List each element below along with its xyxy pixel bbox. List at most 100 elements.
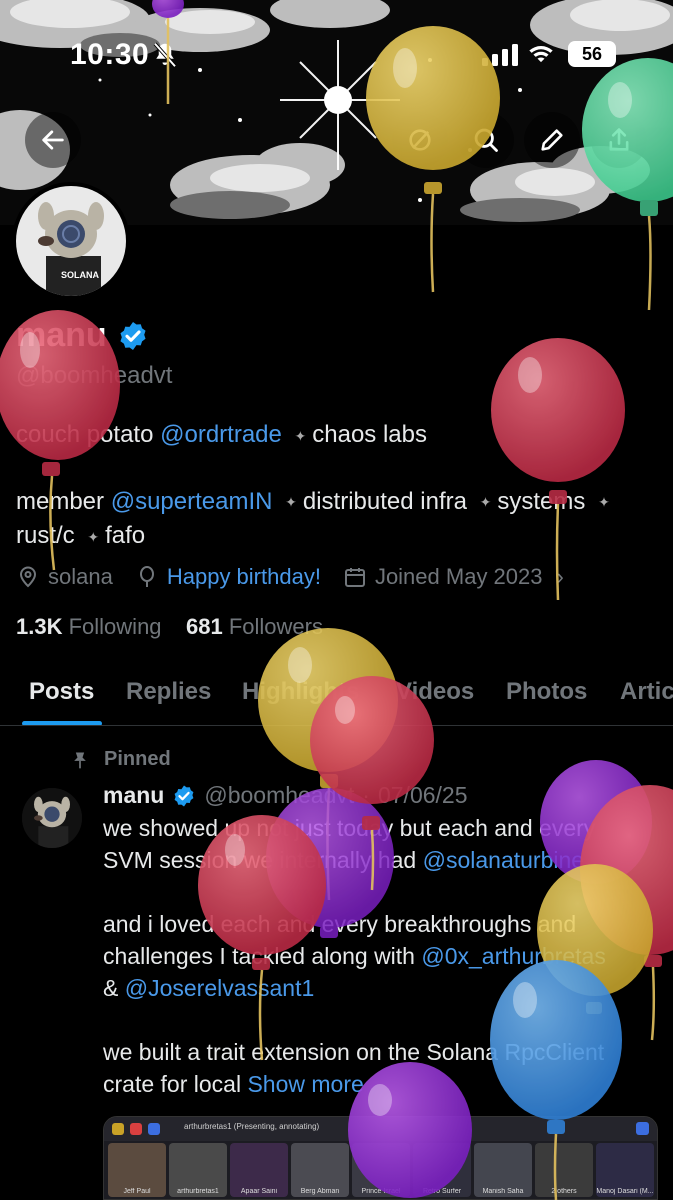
edit-icon — [541, 129, 563, 151]
participant-tile: Manish Saha — [474, 1143, 532, 1197]
mention-link[interactable]: @solanaturbine — [423, 847, 584, 873]
separator-star: ✦ — [285, 494, 297, 511]
post-media[interactable]: arthurbretas1 (Presenting, annotating) J… — [103, 1116, 658, 1200]
location-icon — [19, 566, 37, 588]
edit-button[interactable] — [524, 112, 580, 168]
chevron-right-icon[interactable]: › — [557, 564, 564, 590]
bio-text: distributed infra — [302, 487, 467, 515]
followers-label: Followers — [228, 614, 323, 639]
mention-link[interactable]: @ordrtrade — [160, 421, 282, 448]
verified-badge-icon — [174, 785, 194, 806]
media-title: arthurbretas1 (Presenting, annotating) — [184, 1122, 320, 1131]
participant-tile: Prince Israel — [352, 1143, 410, 1197]
separator-star: ✦ — [479, 494, 492, 511]
location-text: solana — [48, 564, 113, 589]
profile-name-row: manu — [16, 316, 149, 355]
back-button[interactable] — [25, 112, 81, 168]
following-label: Following — [68, 614, 162, 639]
separator-star: ✦ — [294, 427, 307, 444]
participant-tile: Jeff Paul — [108, 1143, 166, 1197]
follow-stats: 1.3K Following 681 Followers — [16, 614, 323, 640]
pinned-text: Pinned — [104, 748, 171, 770]
mention-link[interactable]: @0x_arthurbretas — [421, 943, 605, 969]
grok-icon — [409, 129, 431, 151]
grok-button[interactable] — [392, 112, 448, 168]
bio-text: systems — [497, 487, 586, 515]
bio-line-3: rust/c ✦ fafo — [16, 519, 656, 554]
bio-line-2: member @superteamIN ✦ distributed infra ✦… — [16, 485, 656, 520]
post-text-line: SVM session we internally had @solanatur… — [103, 844, 663, 876]
joined-date: Joined May 2023 — [374, 564, 543, 589]
svg-text:SOLANA: SOLANA — [61, 270, 100, 280]
participant-name: Manish Saha — [482, 1188, 524, 1195]
bio-text: member — [16, 487, 105, 515]
tab-highlights[interactable]: Highlights — [242, 678, 359, 706]
status-time: 10:30 — [70, 38, 150, 71]
profile-meta: solana Happy birthday! Joined May 2023 › — [16, 564, 564, 590]
profile-handle: @boomheadvt — [16, 362, 173, 389]
post-text-line: crate for local Show more — [103, 1068, 663, 1100]
pinned-label: Pinned — [70, 748, 171, 771]
post-text-line: and i loved each and every breakthroughs… — [103, 911, 577, 937]
show-more-link[interactable]: Show more — [247, 1071, 363, 1097]
post-text-line: challenges I tackled along with @0x_arth… — [103, 940, 663, 972]
participant-name: arthurbretas1 — [177, 1188, 219, 1195]
participant-name: Jeff Paul — [123, 1188, 151, 1195]
profile-avatar[interactable]: SOLANA — [12, 182, 130, 300]
separator-star: ✦ — [87, 528, 100, 545]
participant-tile: Manoj Dasari (M... — [596, 1143, 654, 1197]
tab-articles[interactable]: Articles — [620, 678, 673, 706]
search-icon — [474, 128, 498, 152]
following-link[interactable]: 1.3K Following — [16, 614, 162, 639]
post-text-line: we showed up not just today but each and… — [103, 815, 596, 841]
balloon-icon — [139, 566, 154, 587]
share-icon — [609, 128, 629, 151]
participant-tile: Retro Surfer — [413, 1143, 471, 1197]
post-author-name[interactable]: manu — [103, 782, 164, 809]
followers-link[interactable]: 681 Followers — [186, 614, 323, 639]
bio-spacer — [16, 453, 656, 485]
profile-name: manu — [16, 316, 107, 354]
post-author-handle[interactable]: @boomheadvt — [204, 782, 354, 809]
participant-tile: arthurbretas1 — [169, 1143, 227, 1197]
status-bar: 10:30 56 — [0, 0, 673, 110]
participant-tile: 2 others — [535, 1143, 593, 1197]
post-text-segment: challenges I tackled along with — [103, 943, 415, 969]
bio-text: rust/c — [16, 522, 75, 550]
tab-photos[interactable]: Photos — [506, 678, 587, 706]
post-header: manu @boomheadvt · 07/06/25 — [103, 782, 468, 809]
post-paragraph-gap — [103, 1004, 663, 1036]
media-toolbar: arthurbretas1 (Presenting, annotating) — [104, 1117, 657, 1141]
post-separator-dot: · — [362, 782, 370, 808]
tab-videos[interactable]: Videos — [396, 678, 474, 706]
search-button[interactable] — [458, 112, 514, 168]
post-paragraph-gap — [103, 876, 663, 908]
post-date[interactable]: 07/06/25 — [378, 782, 468, 809]
signal-icon — [482, 44, 518, 66]
verified-badge-icon[interactable] — [117, 320, 149, 352]
calendar-icon — [344, 568, 365, 587]
battery-indicator: 56 — [568, 41, 616, 67]
pin-icon — [74, 752, 86, 768]
post-author-avatar[interactable] — [22, 788, 82, 848]
tab-posts[interactable]: Posts — [29, 678, 94, 706]
participant-name: Prince Israel — [361, 1188, 401, 1195]
record-icon — [130, 1123, 142, 1135]
birthday-link[interactable]: Happy birthday! — [167, 564, 321, 590]
bio-text: chaos labs — [312, 421, 428, 448]
following-count: 1.3K — [16, 614, 63, 639]
mention-link[interactable]: @Joserelvassant1 — [125, 975, 315, 1001]
bio-line-1: couch potato @ordrtrade ✦ chaos labs — [16, 418, 656, 453]
avatar-image: SOLANA — [16, 186, 126, 296]
bio-text: fafo — [105, 522, 146, 550]
app-icon — [112, 1123, 124, 1135]
avatar-image — [22, 788, 82, 848]
bio-text: couch potato — [16, 421, 154, 448]
profile-tabs: Posts Replies Highlights Videos Photos A… — [0, 660, 673, 726]
participant-name: Apaar Saini — [240, 1188, 278, 1195]
active-tab-indicator — [22, 721, 102, 725]
share-button[interactable] — [591, 112, 647, 168]
mention-link[interactable]: @superteamIN — [111, 488, 273, 515]
tab-replies[interactable]: Replies — [126, 678, 211, 706]
post-text-line: we built a trait extension on the Solana… — [103, 1039, 605, 1065]
